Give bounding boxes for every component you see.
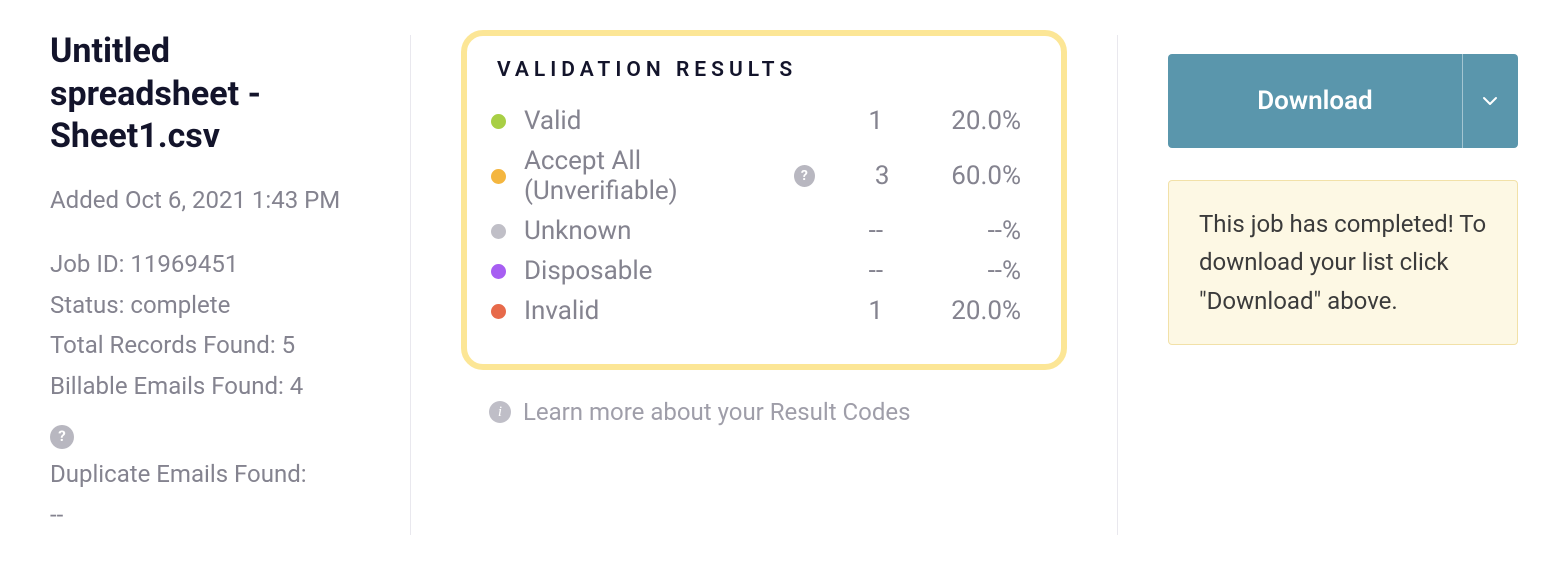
result-label: Accept All (Unverifiable) ? xyxy=(524,146,815,206)
dot-icon xyxy=(491,224,506,239)
dot-icon xyxy=(491,169,506,184)
meta-duplicate-emails: Duplicate Emails Found -- xyxy=(50,454,360,536)
results-title: VALIDATION RESULTS xyxy=(497,58,1021,82)
result-row-unknown: Unknown -- --% xyxy=(491,216,1021,246)
result-row-valid: Valid 1 20.0% xyxy=(491,106,1021,136)
chevron-down-icon xyxy=(1480,91,1500,111)
results-panel: VALIDATION RESULTS Valid 1 20.0% Accept … xyxy=(461,30,1067,426)
result-count: -- xyxy=(823,256,883,286)
download-button-group: Download xyxy=(1168,54,1518,148)
dot-icon xyxy=(491,264,506,279)
result-percent: --% xyxy=(901,256,1021,286)
meta-billable-emails: Billable Emails Found4 ? xyxy=(50,366,360,454)
validation-results-card: VALIDATION RESULTS Valid 1 20.0% Accept … xyxy=(461,30,1067,370)
result-count: 1 xyxy=(823,296,883,326)
result-row-invalid: Invalid 1 20.0% xyxy=(491,296,1021,326)
result-percent: 20.0% xyxy=(901,106,1021,136)
result-count: 3 xyxy=(833,161,890,191)
job-title: Untitled spreadsheet - Sheet1.csv xyxy=(50,30,360,158)
help-icon[interactable]: ? xyxy=(50,425,74,449)
meta-total-records: Total Records Found5 xyxy=(50,325,360,366)
dot-icon xyxy=(491,114,506,129)
download-caret-button[interactable] xyxy=(1462,54,1518,148)
result-percent: --% xyxy=(901,216,1021,246)
download-button[interactable]: Download xyxy=(1168,54,1462,148)
result-label: Unknown xyxy=(524,216,805,246)
result-percent: 20.0% xyxy=(901,296,1021,326)
divider xyxy=(410,35,411,535)
dot-icon xyxy=(491,304,506,319)
meta-status: Statuscomplete xyxy=(50,285,360,326)
result-count: 1 xyxy=(823,106,883,136)
result-percent: 60.0% xyxy=(908,161,1022,191)
result-label: Disposable xyxy=(524,256,805,286)
result-label: Valid xyxy=(524,106,805,136)
result-count: -- xyxy=(823,216,883,246)
result-row-disposable: Disposable -- --% xyxy=(491,256,1021,286)
actions-panel: Download This job has completed! To down… xyxy=(1168,30,1518,345)
divider xyxy=(1117,35,1118,535)
completion-notice: This job has completed! To download your… xyxy=(1168,180,1518,345)
learn-more-link[interactable]: i Learn more about your Result Codes xyxy=(489,398,1067,426)
help-icon[interactable]: ? xyxy=(794,165,815,187)
job-meta-panel: Untitled spreadsheet - Sheet1.csv Added … xyxy=(50,30,360,535)
added-timestamp: Added Oct 6, 2021 1:43 PM xyxy=(50,184,360,216)
result-label: Invalid xyxy=(524,296,805,326)
info-icon: i xyxy=(489,401,511,423)
result-row-accept-all: Accept All (Unverifiable) ? 3 60.0% xyxy=(491,146,1021,206)
meta-job-id: Job ID11969451 xyxy=(50,244,360,285)
